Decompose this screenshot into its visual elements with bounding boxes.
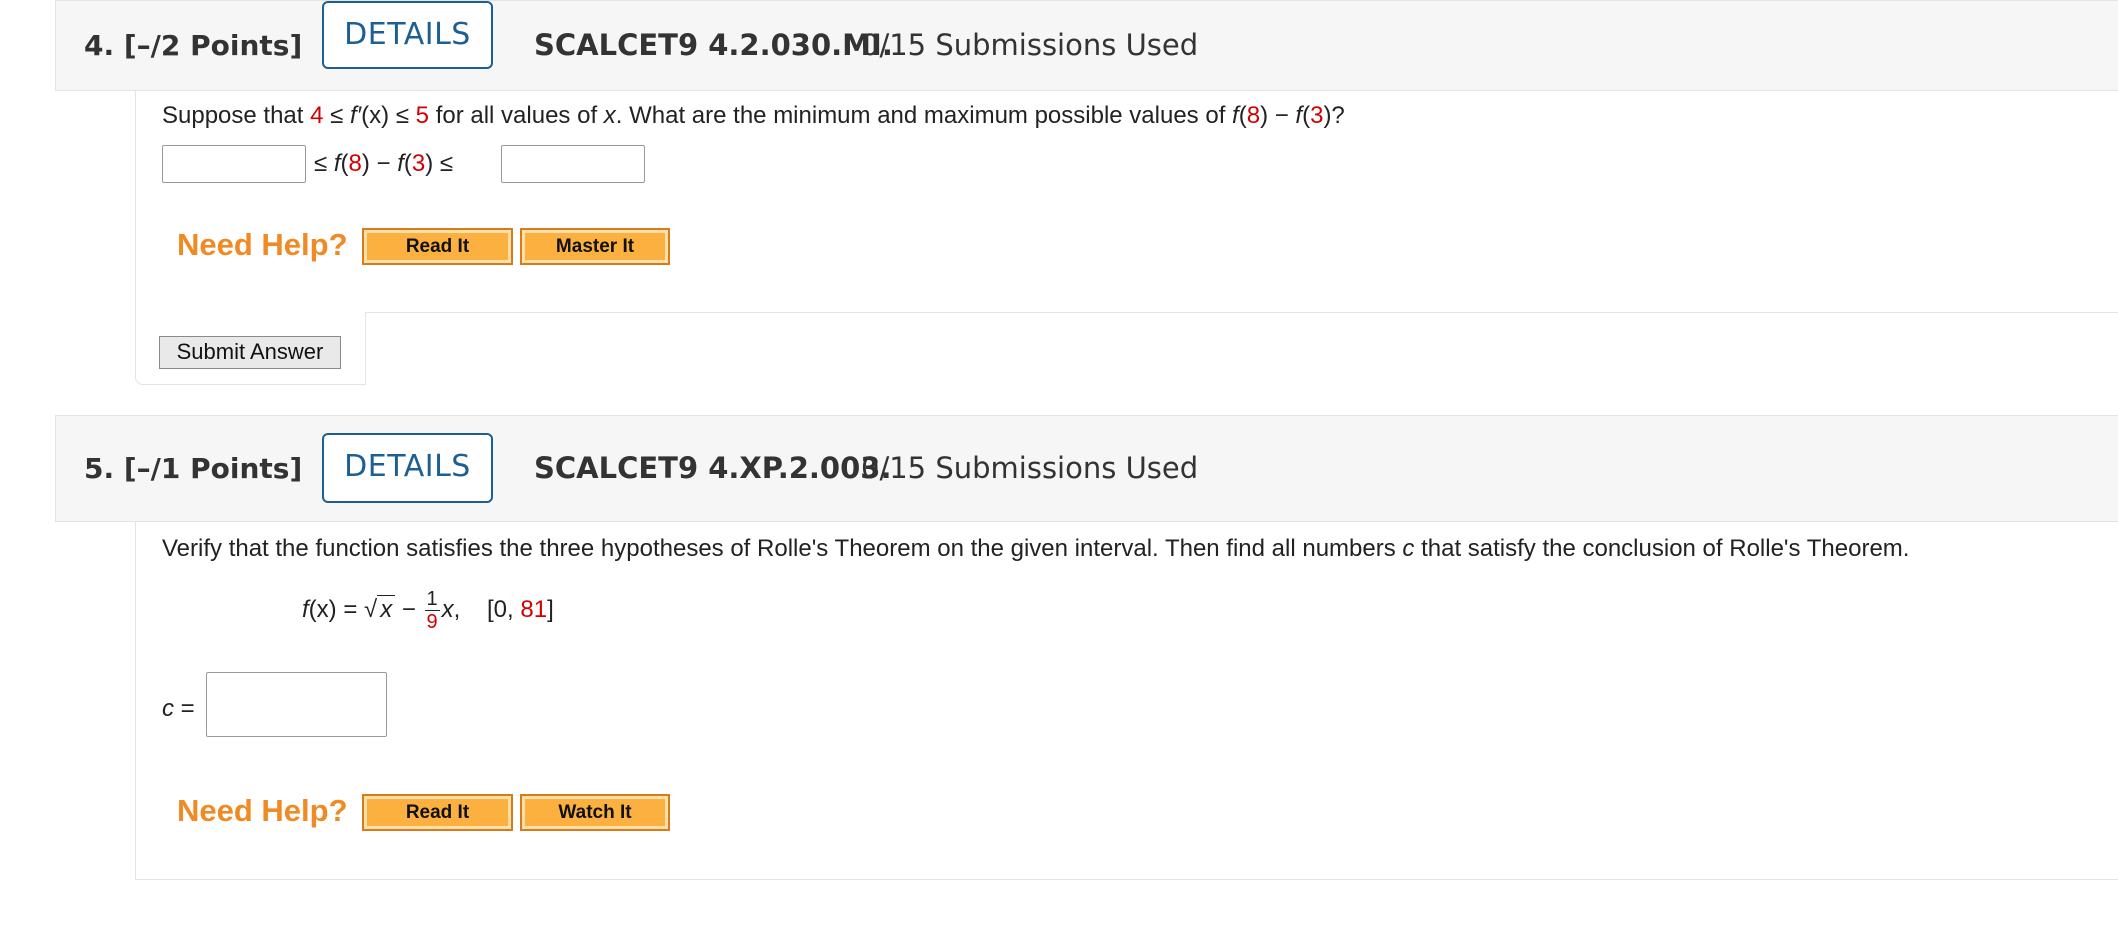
watch-it-button[interactable]: Watch It bbox=[520, 794, 670, 831]
submissions-used: 0/15 Submissions Used bbox=[861, 28, 1199, 62]
read-it-button[interactable]: Read It bbox=[362, 228, 513, 265]
question-5-header: 5. [–/1 Points] DETAILS SCALCET9 4.XP.2.… bbox=[55, 415, 2118, 522]
question-4-body-divider bbox=[365, 312, 366, 384]
c-answer-input[interactable] bbox=[206, 672, 387, 737]
max-answer-input[interactable] bbox=[501, 145, 645, 183]
question-4-number: 4. [–/2 Points] bbox=[84, 29, 303, 62]
submissions-used: 0/15 Submissions Used bbox=[861, 451, 1199, 485]
question-4-body-right-border bbox=[365, 312, 2118, 313]
min-answer-input[interactable] bbox=[162, 145, 306, 183]
need-help-label: Need Help? bbox=[177, 227, 348, 262]
question-code: SCALCET9 4.XP.2.003. bbox=[534, 451, 892, 485]
need-help-label: Need Help? bbox=[177, 793, 348, 828]
question-4-header: 4. [–/2 Points] DETAILS SCALCET9 4.2.030… bbox=[55, 0, 2118, 91]
sqrt-symbol: √ x bbox=[364, 594, 396, 624]
question-5-number: 5. [–/1 Points] bbox=[84, 452, 303, 485]
fraction: 19 bbox=[424, 588, 440, 633]
read-it-button[interactable]: Read It bbox=[362, 794, 513, 831]
master-it-button[interactable]: Master It bbox=[520, 228, 670, 265]
c-label: c = bbox=[162, 695, 195, 722]
question-4-prompt: Suppose that 4 ≤ f′(x) ≤ 5 for all value… bbox=[162, 102, 1345, 129]
function-formula: f(x) = √ x − 1 9 x, [0, 81] bbox=[302, 588, 554, 633]
inequality-middle: ≤ f(8) − f(3) ≤ bbox=[314, 150, 454, 177]
details-button[interactable]: DETAILS bbox=[322, 1, 493, 69]
details-button[interactable]: DETAILS bbox=[322, 433, 493, 503]
question-5-prompt: Verify that the function satisfies the t… bbox=[162, 535, 1910, 562]
submit-answer-button[interactable]: Submit Answer bbox=[159, 336, 341, 369]
question-code: SCALCET9 4.2.030.MI. bbox=[534, 28, 893, 62]
